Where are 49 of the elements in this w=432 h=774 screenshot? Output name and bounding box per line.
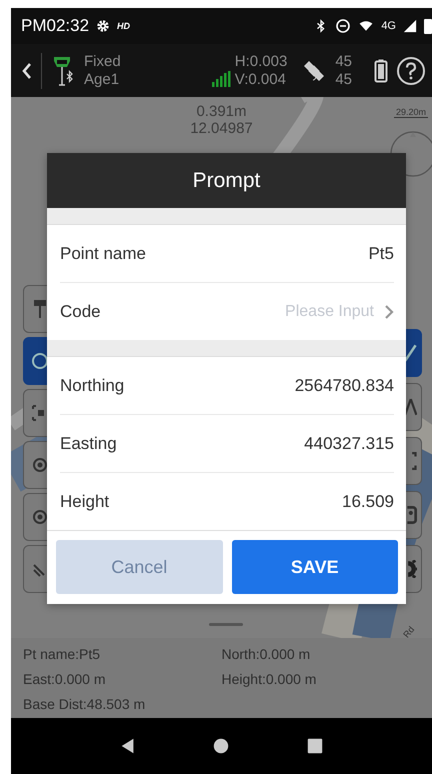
dialog-title: Prompt [47, 153, 406, 208]
field-label: Code [60, 302, 101, 322]
signal-bars-icon [210, 71, 231, 87]
frame-icon [411, 452, 417, 470]
gear-icon [406, 560, 417, 578]
network-type: 4G [381, 20, 396, 32]
satellites-used: 45 [335, 70, 352, 88]
scale-bar: 29.20m [394, 107, 428, 118]
battery-icon [374, 58, 388, 82]
do-not-disturb-icon [335, 18, 352, 34]
field-label: Height [60, 492, 110, 512]
field-label: Point name [60, 244, 146, 264]
crosshair-icon [30, 455, 50, 475]
distance-reading: 0.391m [196, 103, 247, 120]
clock-time: PM02:32 [21, 16, 90, 36]
target-icon [30, 351, 50, 371]
chevron-right-icon [384, 304, 394, 318]
gear-icon [96, 19, 110, 33]
value-reading: 12.04987 [190, 120, 253, 137]
back-icon[interactable] [21, 60, 33, 80]
battery-icon [424, 18, 432, 34]
age-value: Age1 [84, 70, 120, 88]
field-value: 16.509 [342, 492, 394, 512]
save-button[interactable]: SAVE [232, 540, 398, 594]
drag-handle[interactable] [209, 623, 243, 626]
hd-indicator: HD [117, 21, 130, 31]
pen-icon [404, 344, 417, 362]
solution-status: Fixed [84, 52, 121, 70]
field-label: Easting [60, 434, 117, 454]
home-circle-icon[interactable] [212, 737, 230, 755]
help-icon[interactable] [396, 56, 426, 86]
field-value: Pt5 [368, 244, 394, 264]
info-text: North:0.000 m [222, 645, 312, 664]
recents-square-icon[interactable] [306, 737, 324, 755]
signal-icon [403, 19, 417, 33]
crosshair-icon [30, 507, 50, 527]
vertical-precision: V:0.004 [234, 70, 287, 88]
satellites-tracked: 45 [335, 52, 352, 70]
road-label: Rd [401, 624, 416, 638]
field-label: Northing [60, 376, 124, 396]
horizontal-precision: H:0.003 [234, 52, 288, 70]
info-text: Pt name:Pt5 [23, 645, 102, 664]
info-text: East:0.000 m [23, 670, 106, 689]
camera-icon [406, 506, 417, 524]
field-value: 2564780.834 [294, 376, 394, 396]
field-value: 440327.315 [304, 434, 394, 454]
code-input-field[interactable]: Please Input [285, 302, 394, 320]
info-text: Height:0.000 m [222, 670, 318, 689]
info-text: Base Dist:48.503 m [23, 695, 146, 714]
